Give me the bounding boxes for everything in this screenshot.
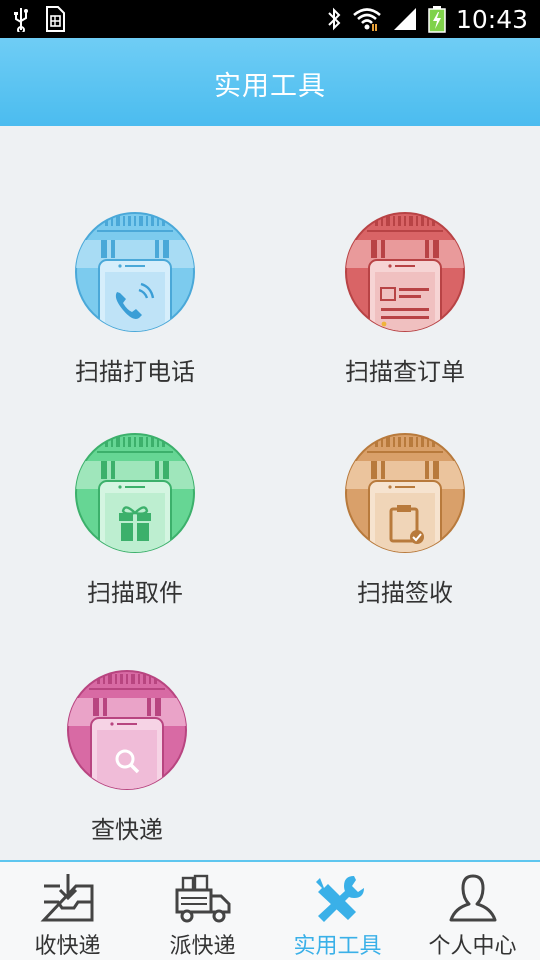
tool-scan-order[interactable]: 扫描查订单 [305, 212, 505, 402]
usb-icon [14, 8, 28, 32]
page-title: 实用工具 [214, 71, 326, 102]
truck-icon [175, 874, 230, 923]
scan-call-circle-icon [75, 212, 195, 332]
sim-icon [46, 6, 65, 32]
query-express-circle-icon [67, 670, 187, 790]
tool-label: 扫描打电话 [75, 358, 195, 386]
tool-label: 扫描取件 [87, 579, 183, 607]
nav-item-tools[interactable]: 实用工具 [270, 862, 405, 960]
nav-label: 实用工具 [293, 934, 382, 959]
status-time: 10:43 [455, 4, 528, 34]
nav-label: 个人中心 [428, 934, 517, 959]
nav-item-receive[interactable]: 收快递 [0, 862, 135, 960]
tool-scan-call[interactable]: 扫描打电话 [35, 212, 235, 402]
tool-label: 扫描签收 [357, 579, 453, 607]
tools-icon [315, 876, 364, 922]
wifi-icon [353, 8, 381, 31]
status-bar: 10:43 [0, 0, 540, 38]
user-icon [449, 874, 496, 922]
nav-item-profile[interactable]: 个人中心 [405, 862, 540, 960]
nav-item-dispatch[interactable]: 派快递 [135, 862, 270, 960]
nav-label: 收快递 [34, 934, 101, 959]
bluetooth-icon [328, 7, 341, 31]
tool-query-express[interactable]: 查快递 [27, 670, 227, 860]
battery-charging-icon [428, 6, 446, 33]
tool-label: 扫描查订单 [345, 358, 465, 386]
tools-grid: 扫描打电话 扫描查订单 扫描取件 扫描签收 查快递 [0, 126, 540, 860]
inbox-icon [40, 874, 93, 922]
nav-label: 派快递 [169, 934, 236, 959]
signal-icon [393, 8, 416, 30]
bottom-nav: 收快递 派快递 实用工具 个人中心 [0, 860, 540, 960]
scan-pickup-circle-icon [75, 433, 195, 553]
scan-order-circle-icon [345, 212, 465, 332]
tool-label: 查快递 [91, 816, 163, 844]
tool-scan-sign[interactable]: 扫描签收 [305, 433, 505, 623]
tool-scan-pickup[interactable]: 扫描取件 [35, 433, 235, 623]
scan-sign-circle-icon [345, 433, 465, 553]
app-header: 实用工具 [0, 38, 540, 126]
